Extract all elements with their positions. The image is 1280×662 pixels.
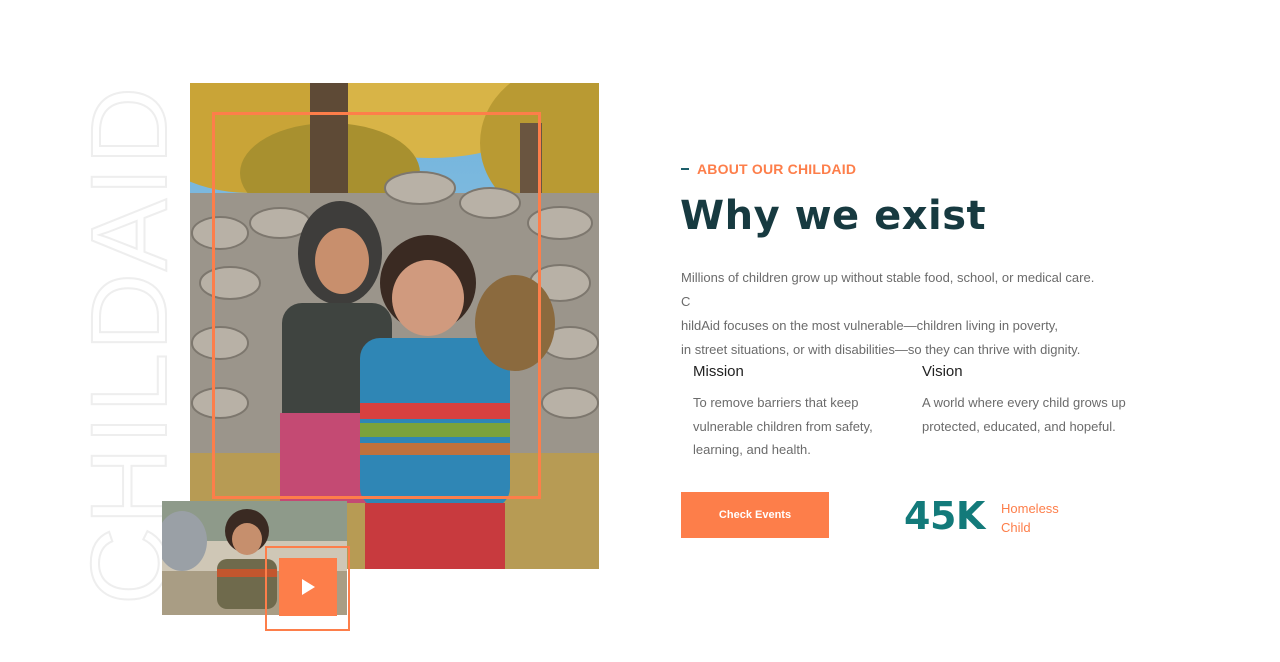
mission-line: To remove barriers that keep — [693, 395, 859, 410]
stat-label: Homeless Child — [1001, 499, 1071, 537]
stat-label-line: Homeless — [1001, 501, 1059, 516]
section-title: Why we exist — [680, 193, 987, 239]
mission-line: vulnerable children from safety, — [693, 418, 873, 434]
mission-title: Mission — [693, 363, 744, 380]
stat-number: 45K — [904, 494, 985, 538]
eyebrow-dash — [681, 168, 689, 170]
vision-text: A world where every child grows up prote… — [922, 391, 1132, 438]
vision-line: A world where every child grows up — [922, 395, 1126, 410]
intro-line: Millions of children grow up without sta… — [681, 270, 1095, 309]
section-eyebrow: ABOUT OUR CHILDAID — [681, 161, 856, 177]
intro-line: hildAid focuses on the most vulnerable—c… — [681, 318, 1058, 333]
eyebrow-label: ABOUT OUR CHILDAID — [697, 161, 857, 177]
children-photo — [190, 83, 599, 569]
intro-line: in street situations, or with disabiliti… — [681, 342, 1081, 357]
mission-text: To remove barriers that keep vulnerable … — [693, 391, 883, 462]
vision-title: Vision — [922, 363, 963, 380]
play-button[interactable] — [279, 558, 337, 616]
intro-paragraph: Millions of children grow up without sta… — [681, 266, 1101, 362]
vision-line: protected, educated, and hopeful. — [922, 418, 1116, 434]
stat-label-line: Child — [1001, 520, 1031, 535]
mission-line: learning, and health. — [693, 442, 811, 457]
check-events-button[interactable]: Check Events — [681, 492, 829, 538]
play-icon — [302, 579, 315, 595]
